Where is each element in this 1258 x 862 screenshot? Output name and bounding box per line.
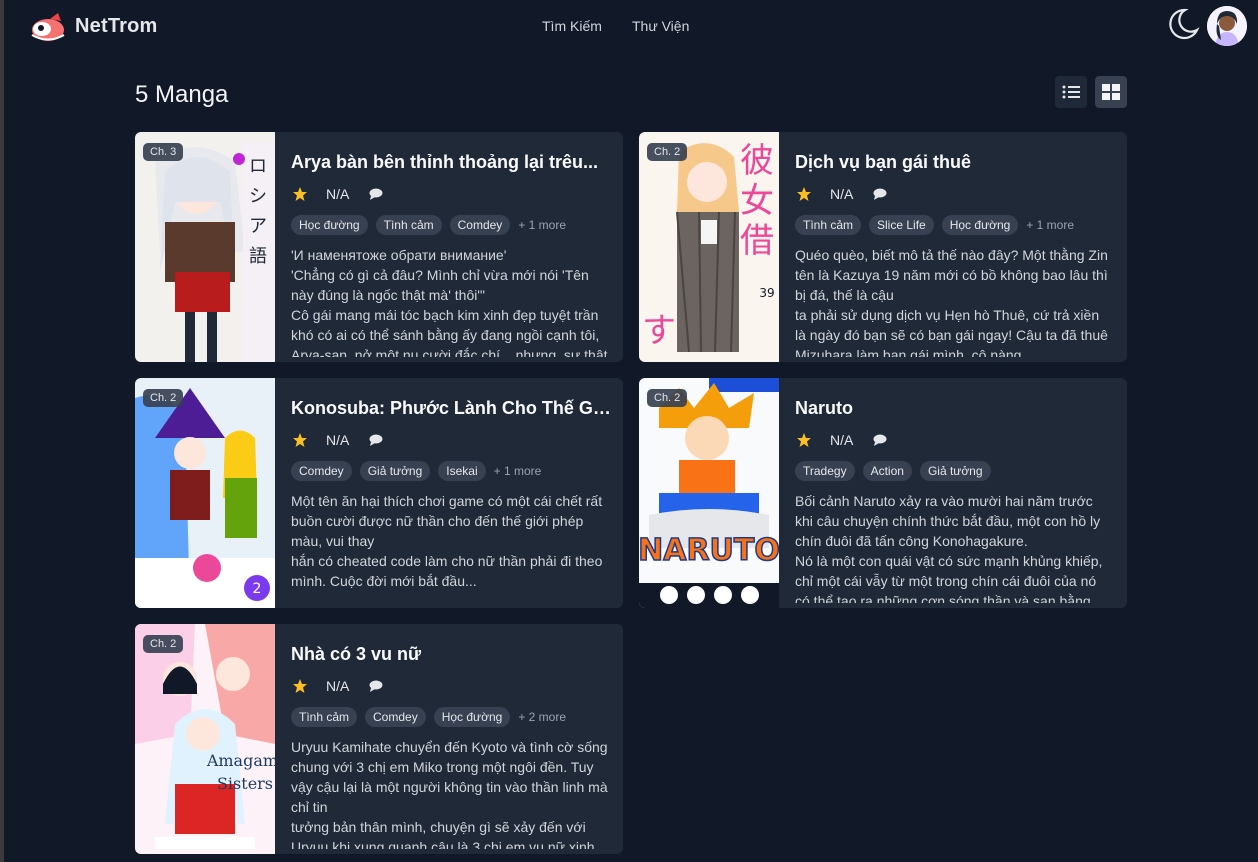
manga-title[interactable]: Arya bàn bên thỉnh thoảng lại trêu... xyxy=(291,152,611,173)
manga-description: Uryuu Kamihate chuyển đến Kyoto và tình … xyxy=(291,737,609,849)
grid-icon xyxy=(1102,84,1120,100)
manga-description: 'И наменятоже обрати внимание' 'Chẳng có… xyxy=(291,245,609,357)
list-icon xyxy=(1062,85,1080,99)
comment-icon xyxy=(369,434,383,446)
comment-icon xyxy=(369,680,383,692)
rating-value: N/A xyxy=(830,186,854,202)
comment-icon xyxy=(873,188,887,200)
manga-card[interactable]: ロ シ ア 語 Ch. 3 Arya bàn bên thỉnh thoảng … xyxy=(135,132,623,362)
top-navbar: NetTrom Tìm Kiếm Thư Viện xyxy=(4,0,1258,54)
svg-text:彼: 彼 xyxy=(740,141,774,181)
description-line: tưởng bản thân mình, chuyện gì sẽ xảy đế… xyxy=(291,819,595,849)
manga-title[interactable]: Konosuba: Phước Lành Cho Thế Giới xyxy=(291,398,611,419)
genre-tag[interactable]: Học đường xyxy=(941,215,1019,235)
manga-title[interactable]: Naruto xyxy=(795,398,1115,419)
more-tags-label: + 1 more xyxy=(493,464,542,478)
manga-description: Một tên ăn hại thích chơi game có một cá… xyxy=(291,491,609,603)
manga-cover-image[interactable]: 2 xyxy=(135,378,275,608)
svg-text:39: 39 xyxy=(759,286,774,300)
nav-link-search[interactable]: Tìm Kiếm xyxy=(542,18,602,34)
svg-text:2: 2 xyxy=(253,581,262,597)
genre-tag[interactable]: Slice Life xyxy=(869,215,934,235)
star-icon xyxy=(797,433,811,447)
star-icon xyxy=(293,679,307,693)
chapter-badge: Ch. 2 xyxy=(647,143,688,161)
manga-card[interactable]: 彼 女 借 す 39 Ch. 2 Dịch vụ bạn gái thuê N/… xyxy=(639,132,1127,362)
manga-card[interactable]: 2 Ch. 2 Konosuba: Phước Lành Cho Thế Giớ… xyxy=(135,378,623,608)
genre-tag[interactable]: Giả tưởng xyxy=(359,461,431,481)
rating-value: N/A xyxy=(326,678,350,694)
svg-text:Amagami: Amagami xyxy=(206,751,275,770)
dark-mode-moon-icon[interactable] xyxy=(1165,6,1201,42)
page-title: 5 Manga xyxy=(135,81,229,108)
description-line: Nó là một con quái vật có sức mạnh khủng… xyxy=(795,553,1103,603)
description-line: Bối cảnh Naruto xảy ra vào mười hai năm … xyxy=(795,493,1101,549)
description-line: Cô gái mang mái tóc bạch kim xinh đẹp tu… xyxy=(291,307,608,357)
manga-card[interactable]: Amagami Sisters Ch. 2 Nhà có 3 vu nữ N/A… xyxy=(135,624,623,854)
list-view-button[interactable] xyxy=(1055,76,1087,108)
svg-text:シ: シ xyxy=(249,186,267,207)
chapter-badge: Ch. 2 xyxy=(143,389,184,407)
genre-tag[interactable]: Học đường xyxy=(291,215,368,235)
genre-tag[interactable]: Comdey xyxy=(449,215,511,235)
genre-tag[interactable]: Tình cảm xyxy=(795,215,862,235)
rating-value: N/A xyxy=(326,186,350,202)
chapter-badge: Ch. 3 xyxy=(143,143,184,161)
genre-tag[interactable]: Học đường xyxy=(433,707,511,727)
window-edge xyxy=(0,0,4,862)
description-line: 'И наменятоже обрати внимание' xyxy=(291,247,507,263)
more-tags-label: + 1 more xyxy=(1026,218,1075,232)
genre-tag[interactable]: Comdey xyxy=(291,461,352,481)
description-line: Quéo quèo, biết mô tả thế nào đây? Một t… xyxy=(795,247,1108,303)
star-icon xyxy=(293,187,307,201)
nettrom-logo-icon[interactable] xyxy=(28,10,68,44)
svg-text:ロ: ロ xyxy=(249,156,267,177)
svg-text:す: す xyxy=(642,311,676,351)
avatar-illustration xyxy=(1207,6,1247,46)
manga-cover-image[interactable]: NARUTO xyxy=(639,378,779,608)
star-icon xyxy=(293,433,307,447)
rating-value: N/A xyxy=(830,432,854,448)
genre-tag[interactable]: Comdey xyxy=(365,707,426,727)
genre-tag[interactable]: Giả tưởng xyxy=(919,461,991,481)
manga-title[interactable]: Nhà có 3 vu nữ xyxy=(291,644,611,665)
svg-text:女: 女 xyxy=(740,181,774,221)
chapter-badge: Ch. 2 xyxy=(647,389,688,407)
svg-text:NARUTO: NARUTO xyxy=(639,533,779,568)
description-line: ta phải sử dụng dịch vụ Hẹn hò Thuê, cứ … xyxy=(795,307,1108,357)
comment-icon xyxy=(873,434,887,446)
svg-text:借: 借 xyxy=(740,221,774,261)
manga-cover-image[interactable]: ロ シ ア 語 xyxy=(135,132,275,362)
description-line: 'Chẳng có gì cả đâu? Mình chỉ vừa mới nó… xyxy=(291,267,589,303)
more-tags-label: + 2 more xyxy=(518,710,567,724)
genre-tag[interactable]: Tình cảm xyxy=(375,215,442,235)
rating-value: N/A xyxy=(326,432,350,448)
manga-title[interactable]: Dịch vụ bạn gái thuê xyxy=(795,152,1115,173)
description-line: Một tên ăn hại thích chơi game có một cá… xyxy=(291,493,603,549)
manga-card[interactable]: NARUTO Ch. 2 Naruto N/A Tradegy Action G… xyxy=(639,378,1127,608)
star-icon xyxy=(797,187,811,201)
comment-icon xyxy=(369,188,383,200)
nav-link-library[interactable]: Thư Viện xyxy=(632,18,689,34)
description-line: Uryuu Kamihate chuyển đến Kyoto và tình … xyxy=(291,739,608,815)
svg-text:語: 語 xyxy=(249,246,267,267)
user-avatar[interactable] xyxy=(1207,6,1247,46)
more-tags-label: + 1 more xyxy=(518,218,567,232)
svg-text:Sisters: Sisters xyxy=(217,774,273,793)
svg-text:ア: ア xyxy=(249,216,267,237)
brand-name[interactable]: NetTrom xyxy=(75,15,158,38)
manga-description: Quéo quèo, biết mô tả thế nào đây? Một t… xyxy=(795,245,1113,357)
grid-view-button[interactable] xyxy=(1095,76,1127,108)
genre-tag[interactable]: Tradegy xyxy=(795,461,855,481)
manga-cover-image[interactable]: Amagami Sisters xyxy=(135,624,275,854)
chapter-badge: Ch. 2 xyxy=(143,635,184,653)
genre-tag[interactable]: Isekai xyxy=(438,461,486,481)
description-line: hắn có cheated code làm cho nữ thần phải… xyxy=(291,553,603,589)
genre-tag[interactable]: Tình cảm xyxy=(291,707,358,727)
manga-cover-image[interactable]: 彼 女 借 す 39 xyxy=(639,132,779,362)
manga-description: Bối cảnh Naruto xảy ra vào mười hai năm … xyxy=(795,491,1113,603)
genre-tag[interactable]: Action xyxy=(862,461,912,481)
